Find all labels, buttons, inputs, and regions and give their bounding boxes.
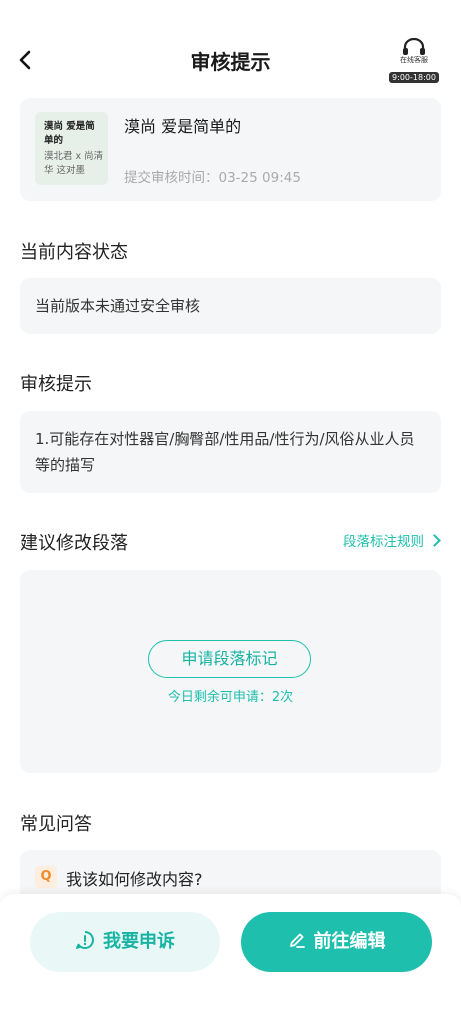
bottom-action-bar: 我要申诉 前往编辑 [0,894,461,1024]
question-badge-icon: Q [35,866,57,888]
status-card: 当前版本未通过安全审核 [20,278,441,334]
pen-icon [289,933,305,948]
alert-circle-icon [76,931,94,949]
review-heading: 审核提示 [20,374,92,395]
status-text: 当前版本未通过安全审核 [35,297,201,315]
suggest-heading: 建议修改段落 [20,533,128,554]
service-label: 在线客服 [400,56,428,64]
appeal-label: 我要申诉 [103,931,175,952]
customer-service-button[interactable]: 在线客服 9:00-18:00 [388,38,440,83]
suggest-card: 申请段落标记 今日剩余可申请：2次 [20,570,441,773]
headset-icon [403,38,425,55]
cover-subtitle-text: 漠北君 x 尚清华 这对墨 [44,151,104,176]
review-text: 1.可能存在对性器官/胸臀部/性用品/性行为/风俗从业人员等的描写 [35,430,415,474]
appeal-button[interactable]: 我要申诉 [30,912,220,972]
paragraph-rules-link[interactable]: 段落标注规则 [343,530,441,550]
service-hours-badge: 9:00-18:00 [389,72,439,83]
rules-link-label: 段落标注规则 [343,534,424,550]
submit-time: 提交审核时间：03-25 09:45 [124,170,301,186]
book-title: 漠尚 爱是简单的 [124,117,242,136]
top-nav-bar: 审核提示 在线客服 9:00-18:00 [0,36,461,84]
book-cover: 漠尚 爱是简单的 漠北君 x 尚清华 这对墨 [35,112,108,185]
chevron-right-icon [428,534,441,547]
remaining-applications: 今日剩余可申请：2次 [167,690,294,705]
book-info-card[interactable]: 漠尚 爱是简单的 漠北君 x 尚清华 这对墨 漠尚 爱是简单的 提交审核时间：0… [20,98,441,201]
review-card: 1.可能存在对性器官/胸臀部/性用品/性行为/风俗从业人员等的描写 [20,411,441,493]
status-heading: 当前内容状态 [20,242,128,263]
apply-paragraph-mark-button[interactable]: 申请段落标记 [148,640,311,678]
edit-label: 前往编辑 [313,931,386,952]
cover-title-text: 漠尚 爱是简单的 [44,121,95,146]
faq-question[interactable]: 我该如何修改内容? [66,866,203,890]
go-edit-button[interactable]: 前往编辑 [241,912,432,972]
faq-heading: 常见问答 [20,814,92,835]
